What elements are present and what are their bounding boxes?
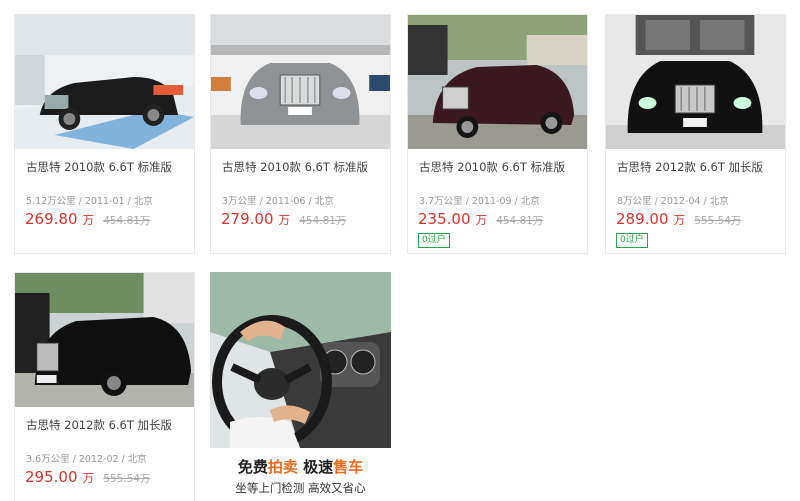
price-row: 235.00 万 454.81万 bbox=[418, 209, 543, 228]
listing-title: 古思特 2010款 6.6T 标准版 bbox=[419, 160, 566, 174]
price-row: 289.00 万 555.54万 bbox=[616, 209, 741, 228]
listing-card[interactable]: 古思特 2012款 6.6T 加长版 3.6万公里 / 2012-02 / 北京… bbox=[14, 272, 195, 501]
car-photo bbox=[408, 15, 587, 149]
listing-meta: 8万公里 / 2012-04 / 北京 bbox=[617, 196, 729, 207]
ad-headline: 免费拍卖 极速售车 bbox=[210, 456, 391, 477]
price-unit: 万 bbox=[673, 213, 686, 227]
transfer-badge: 0过户 bbox=[418, 233, 450, 248]
price-unit: 万 bbox=[278, 213, 291, 227]
transfer-badge: 0过户 bbox=[616, 233, 648, 248]
listing-meta: 3.7万公里 / 2011-09 / 北京 bbox=[419, 196, 540, 207]
car-photo bbox=[15, 273, 194, 407]
sell-car-ad[interactable]: 免费拍卖 极速售车 坐等上门检测 高效又省心 bbox=[210, 272, 391, 501]
car-photo bbox=[211, 15, 390, 149]
listing-meta: 3.6万公里 / 2012-02 / 北京 bbox=[26, 454, 147, 465]
listing-card[interactable]: 古思特 2010款 6.6T 标准版 5.12万公里 / 2011-01 / 北… bbox=[14, 14, 195, 254]
steering-wheel-photo bbox=[210, 272, 391, 448]
original-price: 454.81万 bbox=[496, 215, 544, 227]
listing-price: 295.00 bbox=[25, 468, 78, 486]
listing-price: 269.80 bbox=[25, 210, 78, 228]
price-row: 279.00 万 454.81万 bbox=[221, 209, 346, 228]
price-unit: 万 bbox=[82, 471, 95, 485]
ad-headline-highlight: 售车 bbox=[333, 458, 364, 476]
car-photo bbox=[15, 15, 194, 149]
ad-headline-part: 极速 bbox=[297, 458, 334, 476]
ad-headline-highlight: 拍卖 bbox=[267, 458, 298, 476]
original-price: 555.54万 bbox=[694, 215, 742, 227]
listing-meta: 5.12万公里 / 2011-01 / 北京 bbox=[26, 196, 153, 207]
original-price: 454.81万 bbox=[299, 215, 347, 227]
price-row: 269.80 万 454.81万 bbox=[25, 209, 150, 228]
original-price: 555.54万 bbox=[103, 473, 151, 485]
listing-meta: 3万公里 / 2011-06 / 北京 bbox=[222, 196, 334, 207]
listing-price: 289.00 bbox=[616, 210, 669, 228]
car-photo bbox=[606, 15, 785, 149]
listing-card[interactable]: 古思特 2010款 6.6T 标准版 3.7万公里 / 2011-09 / 北京… bbox=[407, 14, 588, 254]
listing-card[interactable]: 古思特 2010款 6.6T 标准版 3万公里 / 2011-06 / 北京 2… bbox=[210, 14, 391, 254]
listing-title: 古思特 2012款 6.6T 加长版 bbox=[617, 160, 764, 174]
listing-card[interactable]: 古思特 2012款 6.6T 加长版 8万公里 / 2012-04 / 北京 2… bbox=[605, 14, 786, 254]
listing-grid: 古思特 2010款 6.6T 标准版 5.12万公里 / 2011-01 / 北… bbox=[0, 0, 800, 501]
price-unit: 万 bbox=[82, 213, 95, 227]
ad-headline-part: 免费 bbox=[237, 458, 268, 476]
listing-title: 古思特 2012款 6.6T 加长版 bbox=[26, 418, 173, 432]
listing-price: 235.00 bbox=[418, 210, 471, 228]
price-unit: 万 bbox=[475, 213, 488, 227]
original-price: 454.81万 bbox=[103, 215, 151, 227]
listing-title: 古思特 2010款 6.6T 标准版 bbox=[222, 160, 369, 174]
listing-price: 279.00 bbox=[221, 210, 274, 228]
price-row: 295.00 万 555.54万 bbox=[25, 467, 150, 486]
listing-title: 古思特 2010款 6.6T 标准版 bbox=[26, 160, 173, 174]
ad-subheadline: 坐等上门检测 高效又省心 bbox=[235, 481, 366, 495]
